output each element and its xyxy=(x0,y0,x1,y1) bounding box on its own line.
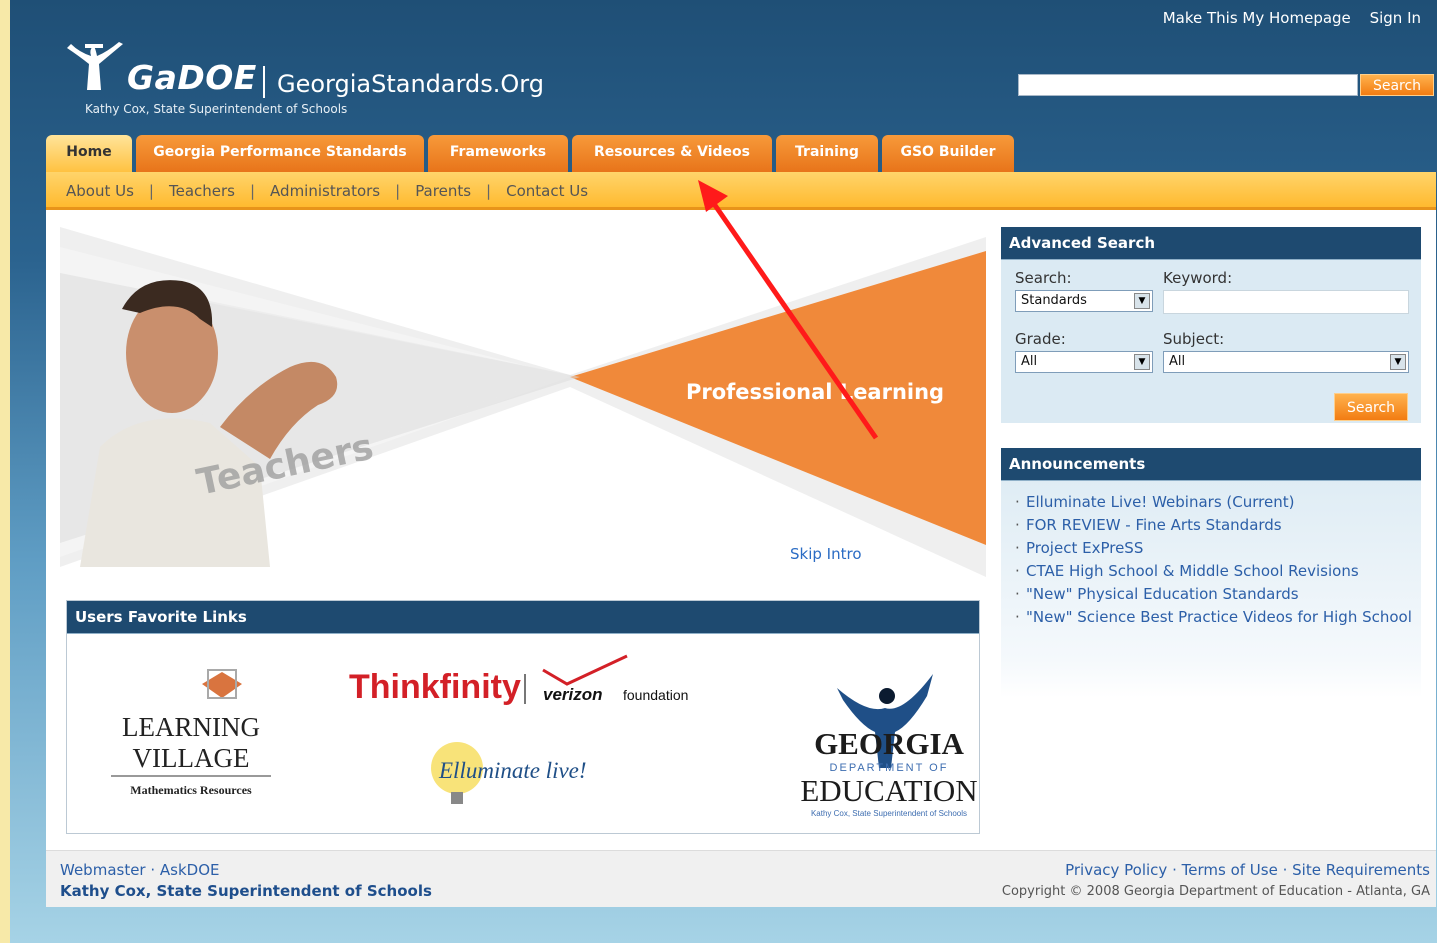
svg-text:Kathy Cox, State Superintenden: Kathy Cox, State Superintendent of Schoo… xyxy=(811,809,967,818)
logo-subtitle: Kathy Cox, State Superintendent of Schoo… xyxy=(85,102,348,116)
announcement-item[interactable]: "New" Physical Education Standards xyxy=(1013,583,1421,606)
chevron-down-icon: ▼ xyxy=(1134,293,1150,309)
advanced-search-title: Advanced Search xyxy=(1001,227,1421,260)
footer-left: Webmaster · AskDOE Kathy Cox, State Supe… xyxy=(60,861,432,900)
subject-select[interactable]: All ▼ xyxy=(1163,351,1409,373)
subnav-about-us[interactable]: About Us xyxy=(66,182,134,200)
svg-text:EDUCATION: EDUCATION xyxy=(800,773,977,808)
keyword-input[interactable] xyxy=(1163,290,1409,314)
grade-label: Grade: xyxy=(1015,330,1066,348)
skip-intro-link[interactable]: Skip Intro xyxy=(790,545,862,563)
favorite-links-title: Users Favorite Links xyxy=(67,601,979,634)
advanced-search-button[interactable]: Search xyxy=(1334,393,1408,421)
search-type-label: Search: xyxy=(1015,269,1072,287)
site-name: GeorgiaStandards.Org xyxy=(277,70,544,98)
announcement-item[interactable]: CTAE High School & Middle School Revisio… xyxy=(1013,560,1421,583)
tab-georgia-performance-standards[interactable]: Georgia Performance Standards xyxy=(136,135,424,172)
gadoe-person-icon xyxy=(67,42,123,90)
announcement-item[interactable]: Elluminate Live! Webinars (Current) xyxy=(1013,491,1421,514)
footer-right: Privacy Policy · Terms of Use · Site Req… xyxy=(1001,861,1430,899)
subnav-parents[interactable]: Parents xyxy=(415,182,471,200)
search-type-value: Standards xyxy=(1021,293,1087,308)
learning-village-logo: LEARNING VILLAGE Mathematics Resources xyxy=(111,669,271,797)
make-homepage-link[interactable]: Make This My Homepage xyxy=(1163,9,1351,27)
chevron-down-icon: ▼ xyxy=(1134,354,1150,370)
svg-text:foundation: foundation xyxy=(623,687,688,703)
search-type-select[interactable]: Standards ▼ xyxy=(1015,290,1153,312)
grade-value: All xyxy=(1021,354,1038,369)
subnav-contact-us[interactable]: Contact Us xyxy=(506,182,588,200)
tab-resources-videos[interactable]: Resources & Videos xyxy=(572,135,772,172)
elluminate-logo: Elluminate live! xyxy=(431,742,587,804)
svg-text:Thinkfinity: Thinkfinity xyxy=(349,668,521,706)
subnav-teachers[interactable]: Teachers xyxy=(169,182,235,200)
georgia-doe-logo: GEORGIA DEPARTMENT OF EDUCATION Kathy Co… xyxy=(800,674,978,818)
site-logo[interactable]: GaDOE GeorgiaStandards.Org Kathy Cox, St… xyxy=(65,38,565,124)
tab-training[interactable]: Training xyxy=(776,135,878,172)
svg-text:LEARNING: LEARNING xyxy=(122,712,260,742)
subnav-separator: | xyxy=(249,182,256,200)
favorite-logos: LEARNING VILLAGE Mathematics Resources T… xyxy=(67,634,979,834)
svg-text:verizon: verizon xyxy=(543,685,603,704)
site-search-input[interactable] xyxy=(1018,74,1358,96)
sign-in-link[interactable]: Sign In xyxy=(1370,9,1421,27)
favorite-links-panel: Users Favorite Links LEARNING VILLAGE Ma… xyxy=(66,600,980,834)
webmaster-link[interactable]: Webmaster xyxy=(60,861,146,879)
grade-select[interactable]: All ▼ xyxy=(1015,351,1153,373)
tab-home[interactable]: Home xyxy=(46,135,132,172)
site-search-button[interactable]: Search xyxy=(1360,74,1434,96)
subject-label: Subject: xyxy=(1163,330,1225,348)
announcement-item[interactable]: FOR REVIEW - Fine Arts Standards xyxy=(1013,514,1421,537)
announcement-item[interactable]: Project ExPreSS xyxy=(1013,537,1421,560)
subnav-administrators[interactable]: Administrators xyxy=(270,182,380,200)
footer-superintendent: Kathy Cox, State Superintendent of Schoo… xyxy=(60,882,432,900)
chevron-down-icon: ▼ xyxy=(1390,354,1406,370)
tab-gso-builder[interactable]: GSO Builder xyxy=(882,135,1014,172)
subnav-separator: | xyxy=(148,182,154,200)
announcements-panel: Announcements Elluminate Live! Webinars … xyxy=(1001,448,1421,698)
announcement-item[interactable]: "New" Science Best Practice Videos for H… xyxy=(1013,606,1421,629)
gadoe-logo-text: GaDOE xyxy=(127,58,257,97)
subject-value: All xyxy=(1169,354,1186,369)
privacy-policy-link[interactable]: Privacy Policy xyxy=(1065,861,1167,879)
subnav-separator: | xyxy=(486,182,492,200)
tab-frameworks[interactable]: Frameworks xyxy=(428,135,568,172)
page-footer: Webmaster · AskDOE Kathy Cox, State Supe… xyxy=(46,850,1436,907)
askdoe-link[interactable]: AskDOE xyxy=(160,861,220,879)
site-requirements-link[interactable]: Site Requirements xyxy=(1292,861,1430,879)
advanced-search-panel: Advanced Search Search: Standards ▼ Keyw… xyxy=(1001,227,1421,423)
announcements-list: Elluminate Live! Webinars (Current) FOR … xyxy=(1001,481,1421,629)
red-annotation-arrow xyxy=(698,180,879,440)
subnav-separator: | xyxy=(395,182,401,200)
page-frame: Make This My Homepage Sign In GaDOE Geor… xyxy=(10,0,1437,943)
keyword-label: Keyword: xyxy=(1163,269,1233,287)
svg-text:GEORGIA: GEORGIA xyxy=(814,726,964,761)
announcements-title: Announcements xyxy=(1001,448,1421,481)
svg-text:Mathematics Resources: Mathematics Resources xyxy=(130,783,252,797)
logo-divider xyxy=(263,66,265,98)
favorite-logos-graphic: LEARNING VILLAGE Mathematics Resources T… xyxy=(111,654,978,818)
top-links: Make This My Homepage Sign In xyxy=(1149,9,1421,27)
terms-of-use-link[interactable]: Terms of Use xyxy=(1182,861,1278,879)
svg-text:VILLAGE: VILLAGE xyxy=(133,743,250,773)
copyright-text: Copyright © 2008 Georgia Department of E… xyxy=(1001,884,1430,899)
thinkfinity-logo: Thinkfinity verizon foundation xyxy=(349,654,688,706)
svg-text:Elluminate live!: Elluminate live! xyxy=(438,758,587,783)
